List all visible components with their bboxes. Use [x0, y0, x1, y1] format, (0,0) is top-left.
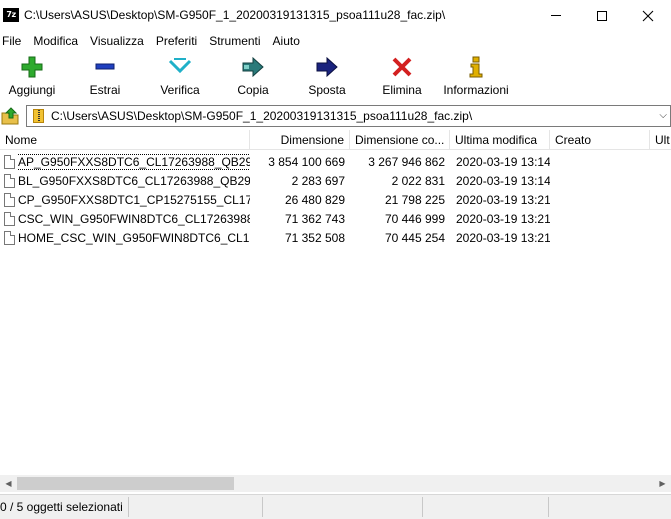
file-modified: 2020-03-19 13:21 — [456, 212, 550, 226]
title-bar: 7z C:\Users\ASUS\Desktop\SM-G950F_1_2020… — [0, 0, 671, 31]
file-modified: 2020-03-19 13:21 — [456, 231, 550, 245]
copy-label: Copia — [237, 83, 269, 97]
file-name: HOME_CSC_WIN_G950FWIN8DTC6_CL172... — [18, 231, 250, 245]
column-created[interactable]: Creato — [550, 130, 650, 150]
table-row[interactable]: BL_G950FXXS8DTC6_CL17263988_QB29934... 2… — [0, 172, 671, 191]
column-name[interactable]: Nome — [0, 130, 250, 150]
file-name: AP_G950FXXS8DTC6_CL17263988_QB2993... — [18, 154, 250, 170]
file-packed-size: 70 445 254 — [384, 231, 445, 245]
table-row[interactable]: CP_G950FXXS8DTC1_CP15275155_CL1726... 26… — [0, 191, 671, 210]
toolbar: Aggiungi Estrai Verifica Copia Sposta El… — [0, 51, 671, 102]
test-label: Verifica — [160, 83, 200, 97]
file-modified: 2020-03-19 13:14 — [456, 155, 550, 169]
address-input[interactable]: C:\Users\ASUS\Desktop\SM-G950F_1_2020031… — [26, 105, 671, 127]
extract-button[interactable]: Estrai — [80, 55, 130, 99]
table-row[interactable]: CSC_WIN_G950FWIN8DTC6_CL17263988_... 71 … — [0, 210, 671, 229]
file-packed-size: 70 446 999 — [384, 212, 445, 226]
scrollbar-thumb[interactable] — [17, 477, 234, 490]
file-packed-size: 2 022 831 — [391, 174, 445, 188]
file-size: 26 480 829 — [284, 193, 345, 207]
menu-file[interactable]: File — [0, 31, 27, 51]
minus-icon — [95, 63, 115, 70]
file-list: Nome Dimensione Dimensione co... Ultima … — [0, 130, 671, 475]
copy-arrow-icon — [242, 56, 264, 78]
app-7zip-icon: 7z — [3, 8, 19, 22]
column-packed-size[interactable]: Dimensione co... — [350, 130, 450, 150]
address-bar: C:\Users\ASUS\Desktop\SM-G950F_1_2020031… — [0, 104, 671, 128]
status-divider — [262, 497, 263, 517]
copy-button[interactable]: Copia — [230, 55, 276, 99]
file-size: 3 854 100 669 — [268, 155, 345, 169]
test-button[interactable]: Verifica — [154, 55, 206, 99]
minimize-icon — [551, 15, 561, 16]
file-packed-size: 3 267 946 862 — [368, 155, 445, 169]
info-button[interactable]: Informazioni — [440, 55, 512, 99]
chevron-down-icon[interactable]: ⌵ — [659, 110, 667, 121]
table-row[interactable]: HOME_CSC_WIN_G950FWIN8DTC6_CL172... 71 3… — [0, 229, 671, 248]
column-modified[interactable]: Ultima modifica — [450, 130, 550, 150]
column-size[interactable]: Dimensione — [250, 130, 350, 150]
delete-button[interactable]: Elimina — [378, 55, 426, 99]
move-label: Sposta — [308, 83, 346, 97]
file-packed-size: 21 798 225 — [384, 193, 445, 207]
scroll-right-icon[interactable]: ▶ — [654, 475, 671, 492]
file-name: CSC_WIN_G950FWIN8DTC6_CL17263988_... — [18, 212, 250, 226]
minimize-button[interactable] — [533, 0, 579, 31]
menu-help[interactable]: Aiuto — [267, 31, 306, 51]
file-icon — [4, 193, 15, 207]
file-size: 2 283 697 — [291, 174, 345, 188]
add-label: Aggiungi — [8, 83, 56, 97]
zip-archive-icon — [33, 109, 44, 123]
column-accessed[interactable]: Ult — [650, 130, 671, 150]
info-label: Informazioni — [443, 83, 509, 97]
menu-edit[interactable]: Modifica — [27, 31, 84, 51]
delete-label: Elimina — [382, 83, 422, 97]
maximize-icon — [597, 10, 607, 21]
file-modified: 2020-03-19 13:14 — [456, 174, 550, 188]
move-button[interactable]: Sposta — [304, 55, 350, 99]
menu-bar: File Modifica Visualizza Preferiti Strum… — [0, 31, 671, 51]
menu-favorites[interactable]: Preferiti — [150, 31, 203, 51]
address-path: C:\Users\ASUS\Desktop\SM-G950F_1_2020031… — [51, 109, 473, 123]
file-name: BL_G950FXXS8DTC6_CL17263988_QB29934... — [18, 174, 250, 188]
close-icon — [642, 10, 654, 21]
menu-view[interactable]: Visualizza — [84, 31, 150, 51]
up-folder-button[interactable] — [0, 105, 22, 127]
list-header: Nome Dimensione Dimensione co... Ultima … — [0, 130, 671, 150]
file-icon — [4, 212, 15, 226]
status-divider — [128, 497, 129, 517]
move-arrow-icon — [316, 56, 338, 78]
horizontal-scrollbar[interactable]: ◀ ▶ — [0, 475, 671, 492]
check-chevron-icon — [168, 58, 192, 74]
status-bar: 0 / 5 oggetti selezionati — [0, 494, 671, 519]
plus-icon — [21, 56, 43, 78]
file-icon — [4, 231, 15, 245]
table-row[interactable]: AP_G950FXXS8DTC6_CL17263988_QB2993... 3 … — [0, 153, 671, 172]
status-divider — [548, 497, 549, 517]
scroll-left-icon[interactable]: ◀ — [0, 475, 17, 492]
add-button[interactable]: Aggiungi — [4, 55, 60, 99]
extract-label: Estrai — [89, 83, 121, 97]
folder-up-icon — [1, 107, 19, 125]
status-divider — [422, 497, 423, 517]
selection-status: 0 / 5 oggetti selezionati — [0, 500, 123, 514]
file-size: 71 352 508 — [284, 231, 345, 245]
close-button[interactable] — [625, 0, 671, 31]
maximize-button[interactable] — [579, 0, 625, 31]
file-modified: 2020-03-19 13:21 — [456, 193, 550, 207]
delete-x-icon — [392, 57, 412, 77]
info-icon — [469, 56, 483, 78]
file-icon — [4, 174, 15, 188]
file-icon — [4, 155, 15, 169]
menu-tools[interactable]: Strumenti — [203, 31, 266, 51]
file-size: 71 362 743 — [284, 212, 345, 226]
file-name: CP_G950FXXS8DTC1_CP15275155_CL1726... — [18, 193, 250, 207]
window-title: C:\Users\ASUS\Desktop\SM-G950F_1_2020031… — [24, 8, 446, 22]
